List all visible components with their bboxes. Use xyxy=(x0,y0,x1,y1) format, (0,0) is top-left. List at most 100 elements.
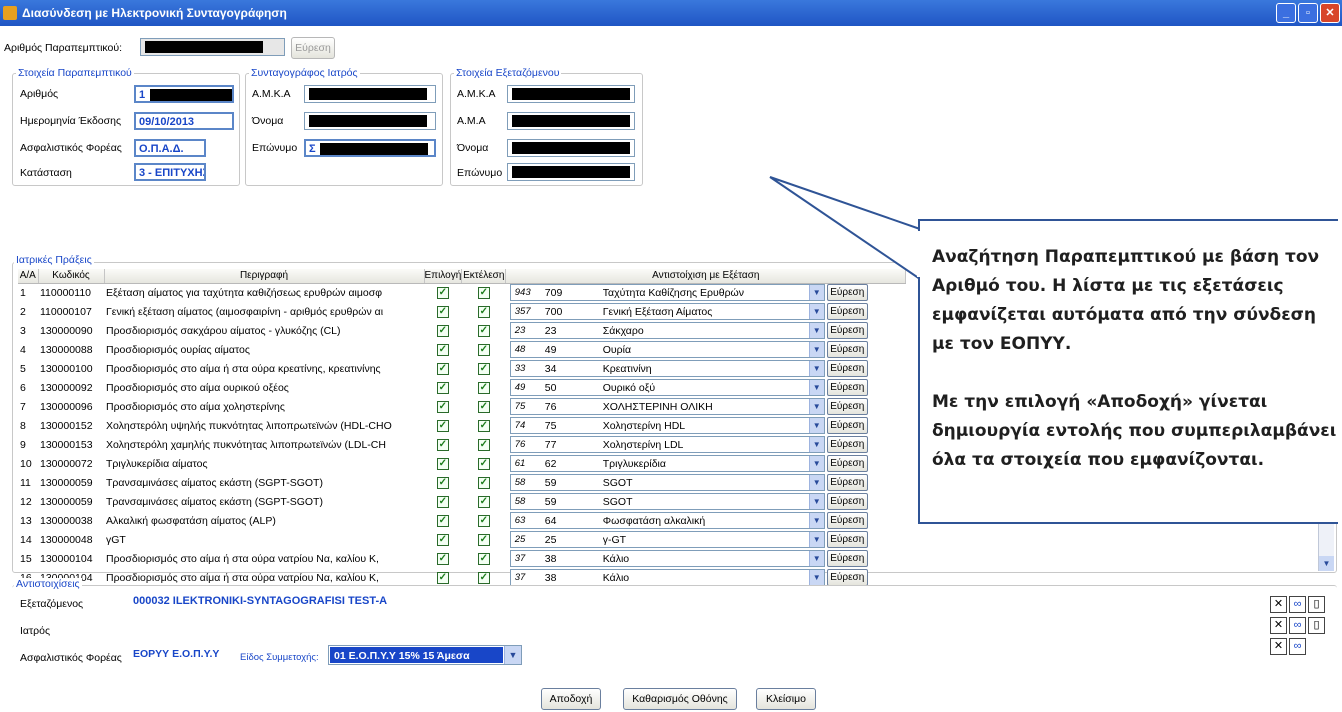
dropdown-arrow-icon[interactable]: ▼ xyxy=(808,475,824,490)
exam-mapping-select[interactable]: 33 34 Κρεατινίνη ▼ xyxy=(509,360,825,377)
exam-mapping-select[interactable]: 357 700 Γενική Εξέταση Αίματος ▼ xyxy=(509,303,825,320)
column-header-select[interactable]: Επιλογή xyxy=(424,269,463,284)
row-find-button[interactable]: Εύρεση xyxy=(826,474,868,491)
checkbox-checked-icon[interactable]: ✓ xyxy=(436,534,449,546)
table-row[interactable]: 3 130000090 Προσδιορισμός σακχάρου αίματος… xyxy=(18,321,906,340)
referral-search-input[interactable] xyxy=(140,38,285,56)
exam-mapping-select[interactable]: 75 76 ΧΟΛΗΣΤΕΡΙΝΗ ΟΛΙΚΗ ▼ xyxy=(509,398,825,415)
checkbox-checked-icon[interactable]: ✓ xyxy=(477,458,490,470)
table-row[interactable]: 6 130000092 Προσδιορισμός στο αίμα ουρικού… xyxy=(18,378,906,397)
row-find-button[interactable]: Εύρεση xyxy=(826,284,868,302)
row-find-button[interactable]: Εύρεση xyxy=(826,455,868,472)
row-find-button[interactable]: Εύρεση xyxy=(826,303,868,320)
checkbox-checked-icon[interactable]: ✓ xyxy=(436,572,449,584)
row-find-button[interactable]: Εύρεση xyxy=(826,417,868,434)
checkbox-checked-icon[interactable]: ✓ xyxy=(477,515,490,527)
column-header-execute[interactable]: Εκτέλεση xyxy=(461,269,507,284)
checkbox-checked-icon[interactable]: ✓ xyxy=(436,344,449,356)
exam-mapping-select[interactable]: 943 709 Ταχύτητα Καθίζησης Ερυθρών ▼ xyxy=(509,284,825,302)
exam-mapping-select[interactable]: 58 59 SGOT ▼ xyxy=(509,493,825,510)
dropdown-arrow-icon[interactable]: ▼ xyxy=(808,304,824,319)
checkbox-checked-icon[interactable]: ✓ xyxy=(477,572,490,584)
dropdown-arrow-icon[interactable]: ▼ xyxy=(808,513,824,528)
exam-mapping-select[interactable]: 37 38 Κάλιο ▼ xyxy=(509,569,825,586)
row-find-button[interactable]: Εύρεση xyxy=(826,531,868,548)
checkbox-checked-icon[interactable]: ✓ xyxy=(436,477,449,489)
row-find-button[interactable]: Εύρεση xyxy=(826,569,868,586)
checkbox-checked-icon[interactable]: ✓ xyxy=(477,325,490,337)
clear-x-icon[interactable]: ✕ xyxy=(1270,617,1287,634)
exam-mapping-select[interactable]: 23 23 Σάκχαρο ▼ xyxy=(509,322,825,339)
table-row[interactable]: 10 130000072 Τριγλυκερίδια αίματος ✓ ✓ 61 62 Τρ… xyxy=(18,454,906,473)
row-find-button[interactable]: Εύρεση xyxy=(826,436,868,453)
checkbox-checked-icon[interactable]: ✓ xyxy=(477,534,490,546)
row-find-button[interactable]: Εύρεση xyxy=(826,379,868,396)
row-find-button[interactable]: Εύρεση xyxy=(826,398,868,415)
row-find-button[interactable]: Εύρεση xyxy=(826,512,868,529)
binoculars-icon[interactable]: ∞ xyxy=(1289,596,1306,613)
close-icon[interactable]: ✕ xyxy=(1320,3,1340,23)
exam-mapping-select[interactable]: 61 62 Τριγλυκερίδια ▼ xyxy=(509,455,825,472)
participation-select[interactable]: 01 Ε.Ο.Π.Υ.Υ 15% 15 Άμεσα ▼ xyxy=(328,645,522,665)
search-find-button[interactable]: Εύρεση xyxy=(291,37,335,59)
dropdown-arrow-icon[interactable]: ▼ xyxy=(808,456,824,471)
checkbox-checked-icon[interactable]: ✓ xyxy=(477,382,490,394)
exam-mapping-select[interactable]: 63 64 Φωσφατάση αλκαλική ▼ xyxy=(509,512,825,529)
checkbox-checked-icon[interactable]: ✓ xyxy=(477,306,490,318)
new-document-icon[interactable]: ▯ xyxy=(1308,617,1325,634)
dropdown-arrow-icon[interactable]: ▼ xyxy=(808,285,824,301)
checkbox-checked-icon[interactable]: ✓ xyxy=(436,401,449,413)
checkbox-checked-icon[interactable]: ✓ xyxy=(436,515,449,527)
binoculars-icon[interactable]: ∞ xyxy=(1289,617,1306,634)
checkbox-checked-icon[interactable]: ✓ xyxy=(436,496,449,508)
maximize-icon[interactable]: ▫ xyxy=(1298,3,1318,23)
table-row[interactable]: 13 130000038 Αλκαλική φωσφατάση αίματος (A… xyxy=(18,511,906,530)
checkbox-checked-icon[interactable]: ✓ xyxy=(477,477,490,489)
accept-button[interactable]: Αποδοχή xyxy=(541,688,601,710)
checkbox-checked-icon[interactable]: ✓ xyxy=(477,420,490,432)
table-row[interactable]: 5 130000100 Προσδιορισμός στο αίμα ή στα ο… xyxy=(18,359,906,378)
clear-screen-button[interactable]: Καθαρισμός Οθόνης xyxy=(623,688,737,710)
table-row[interactable]: 9 130000153 Χοληστερόλη χαμηλής πυκνότητας… xyxy=(18,435,906,454)
dropdown-arrow-icon[interactable]: ▼ xyxy=(504,646,521,664)
dropdown-arrow-icon[interactable]: ▼ xyxy=(808,437,824,452)
checkbox-checked-icon[interactable]: ✓ xyxy=(477,401,490,413)
checkbox-checked-icon[interactable]: ✓ xyxy=(436,439,449,451)
dropdown-arrow-icon[interactable]: ▼ xyxy=(808,380,824,395)
checkbox-checked-icon[interactable]: ✓ xyxy=(477,344,490,356)
dropdown-arrow-icon[interactable]: ▼ xyxy=(808,551,824,566)
checkbox-checked-icon[interactable]: ✓ xyxy=(477,287,490,300)
checkbox-checked-icon[interactable]: ✓ xyxy=(436,382,449,394)
column-header-exam-mapping[interactable]: Αντιστοίχιση με Εξέταση xyxy=(505,269,907,284)
checkbox-checked-icon[interactable]: ✓ xyxy=(477,363,490,375)
clear-x-icon[interactable]: ✕ xyxy=(1270,638,1287,655)
table-row[interactable]: 15 130000104 Προσδιορισμός στο αίμα ή στα … xyxy=(18,549,906,568)
exam-mapping-select[interactable]: 49 50 Ουρικό οξύ ▼ xyxy=(509,379,825,396)
row-find-button[interactable]: Εύρεση xyxy=(826,493,868,510)
checkbox-checked-icon[interactable]: ✓ xyxy=(436,325,449,337)
checkbox-checked-icon[interactable]: ✓ xyxy=(436,553,449,565)
dropdown-arrow-icon[interactable]: ▼ xyxy=(808,418,824,433)
checkbox-checked-icon[interactable]: ✓ xyxy=(436,287,449,300)
row-find-button[interactable]: Εύρεση xyxy=(826,550,868,567)
dropdown-arrow-icon[interactable]: ▼ xyxy=(808,361,824,376)
dropdown-arrow-icon[interactable]: ▼ xyxy=(808,494,824,509)
table-row[interactable]: 1 110000110 Εξέταση αίματος για ταχύτητα κ… xyxy=(18,283,906,302)
row-find-button[interactable]: Εύρεση xyxy=(826,360,868,377)
checkbox-checked-icon[interactable]: ✓ xyxy=(477,496,490,508)
exam-mapping-select[interactable]: 58 59 SGOT ▼ xyxy=(509,474,825,491)
exam-mapping-select[interactable]: 74 75 Χοληστερίνη HDL ▼ xyxy=(509,417,825,434)
dropdown-arrow-icon[interactable]: ▼ xyxy=(808,323,824,338)
clear-x-icon[interactable]: ✕ xyxy=(1270,596,1287,613)
table-row[interactable]: 8 130000152 Χοληστερόλη υψηλής πυκνότητας … xyxy=(18,416,906,435)
table-row[interactable]: 11 130000059 Τρανσαμινάσες αίματος εκάστη … xyxy=(18,473,906,492)
checkbox-checked-icon[interactable]: ✓ xyxy=(436,420,449,432)
close-button[interactable]: Κλείσιμο xyxy=(756,688,816,710)
dropdown-arrow-icon[interactable]: ▼ xyxy=(808,532,824,547)
scroll-down-icon[interactable]: ▼ xyxy=(1319,556,1334,571)
exam-mapping-select[interactable]: 37 38 Κάλιο ▼ xyxy=(509,550,825,567)
dropdown-arrow-icon[interactable]: ▼ xyxy=(808,342,824,357)
row-find-button[interactable]: Εύρεση xyxy=(826,322,868,339)
column-header-code[interactable]: Κωδικός xyxy=(38,269,105,284)
minimize-icon[interactable]: _ xyxy=(1276,3,1296,23)
